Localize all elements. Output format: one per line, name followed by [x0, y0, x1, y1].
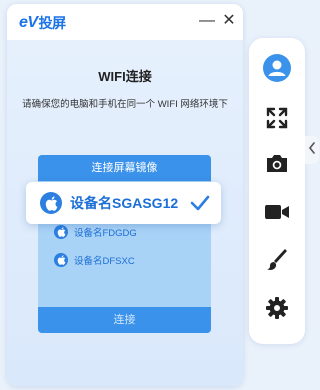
minimize-button[interactable]: — [199, 13, 215, 29]
logo-cn-text: 投屏 [38, 15, 67, 31]
check-icon [189, 192, 211, 219]
selected-device-label: 设备名SGASG12 [70, 195, 179, 211]
title-bar: eV 投屏 — ✕ [7, 4, 243, 40]
camera-icon[interactable] [263, 149, 291, 177]
apple-icon [54, 225, 68, 239]
panel-title: 连接屏幕镜像 [38, 155, 211, 181]
selected-device-card[interactable]: 设备名SGASG12 [26, 182, 221, 224]
device-item-2[interactable]: 设备名DFSXC [54, 251, 135, 269]
device-label: 设备名FDGDG [74, 228, 137, 239]
side-toolbar [249, 38, 305, 344]
apple-icon [40, 192, 62, 214]
close-button[interactable]: ✕ [221, 13, 237, 29]
page-subtitle: 请确保您的电脑和手机在同一个 WIFI 网络环境下 [22, 99, 228, 110]
brush-icon[interactable] [263, 246, 291, 274]
page-title: WIFI连接 [98, 69, 152, 84]
app-logo: eV 投屏 [19, 13, 66, 33]
logo-ev-text: eV [19, 14, 38, 31]
collapse-handle[interactable] [305, 136, 319, 164]
apple-icon [54, 253, 68, 267]
device-item-1[interactable]: 设备名FDGDG [54, 223, 137, 241]
device-label: 设备名DFSXC [74, 256, 135, 267]
fullscreen-icon[interactable] [263, 104, 291, 132]
video-camera-icon[interactable] [263, 198, 291, 226]
user-icon[interactable] [263, 54, 291, 82]
connect-button[interactable]: 连接 [38, 307, 211, 333]
chevron-left-icon [308, 141, 316, 159]
gear-icon[interactable] [263, 294, 291, 322]
